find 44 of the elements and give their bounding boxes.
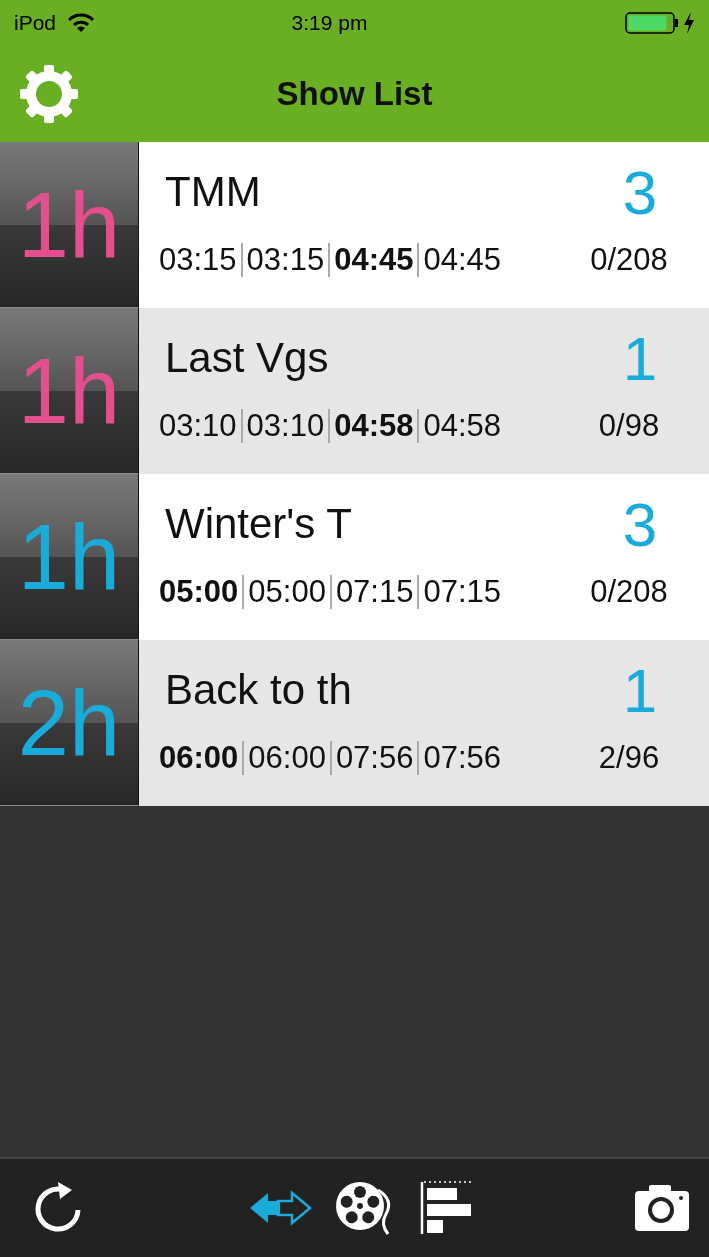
show-time: 05:00 <box>248 574 326 610</box>
show-title: TMM <box>165 168 261 216</box>
show-time: 04:58 <box>423 408 502 444</box>
show-time: 07:56 <box>335 740 414 776</box>
show-count: 3 <box>621 156 659 228</box>
wifi-icon <box>68 12 95 33</box>
show-title: Winter's T <box>165 500 352 548</box>
seat-count: 0/208 <box>589 574 669 610</box>
settings-icon <box>18 62 80 125</box>
show-count: 3 <box>621 488 659 560</box>
show-time: 04:45 <box>334 242 414 278</box>
bar-chart-button[interactable] <box>419 1180 474 1236</box>
show-time: 06:00 <box>159 740 239 776</box>
carrier-name: iPod <box>14 10 57 35</box>
camera-button[interactable] <box>635 1185 689 1231</box>
show-title: Back to th <box>165 666 352 714</box>
show-time: 07:15 <box>335 574 414 610</box>
show-time: 04:58 <box>334 408 414 444</box>
show-count: 1 <box>621 654 659 726</box>
seat-count: 0/208 <box>589 242 669 278</box>
battery-icon <box>625 10 679 35</box>
screen-title: Show List <box>276 74 433 113</box>
show-count: 1 <box>621 322 659 394</box>
show-time: 07:15 <box>423 574 502 610</box>
duration-label: 1h <box>17 178 121 271</box>
show-time: 03:10 <box>246 408 325 444</box>
camera-icon <box>635 1185 689 1231</box>
charging-icon <box>683 11 695 34</box>
seat-count: 0/98 <box>597 408 661 444</box>
status-time: 3:19 pm <box>290 10 369 35</box>
show-time: 06:00 <box>248 740 326 776</box>
show-time: 03:15 <box>246 242 325 278</box>
show-title: Last Vgs <box>165 334 329 382</box>
show-time: 03:10 <box>159 408 237 444</box>
show-time: 03:15 <box>159 242 237 278</box>
settings-button[interactable] <box>18 62 80 125</box>
duration-label: 1h <box>17 510 121 603</box>
bar-chart-icon <box>419 1180 474 1236</box>
duration-label: 1h <box>17 344 121 437</box>
seat-count: 2/96 <box>597 740 661 776</box>
show-time: 07:56 <box>423 740 502 776</box>
duration-label: 2h <box>17 676 121 769</box>
show-time: 04:45 <box>423 242 502 278</box>
show-time: 05:00 <box>159 574 239 610</box>
